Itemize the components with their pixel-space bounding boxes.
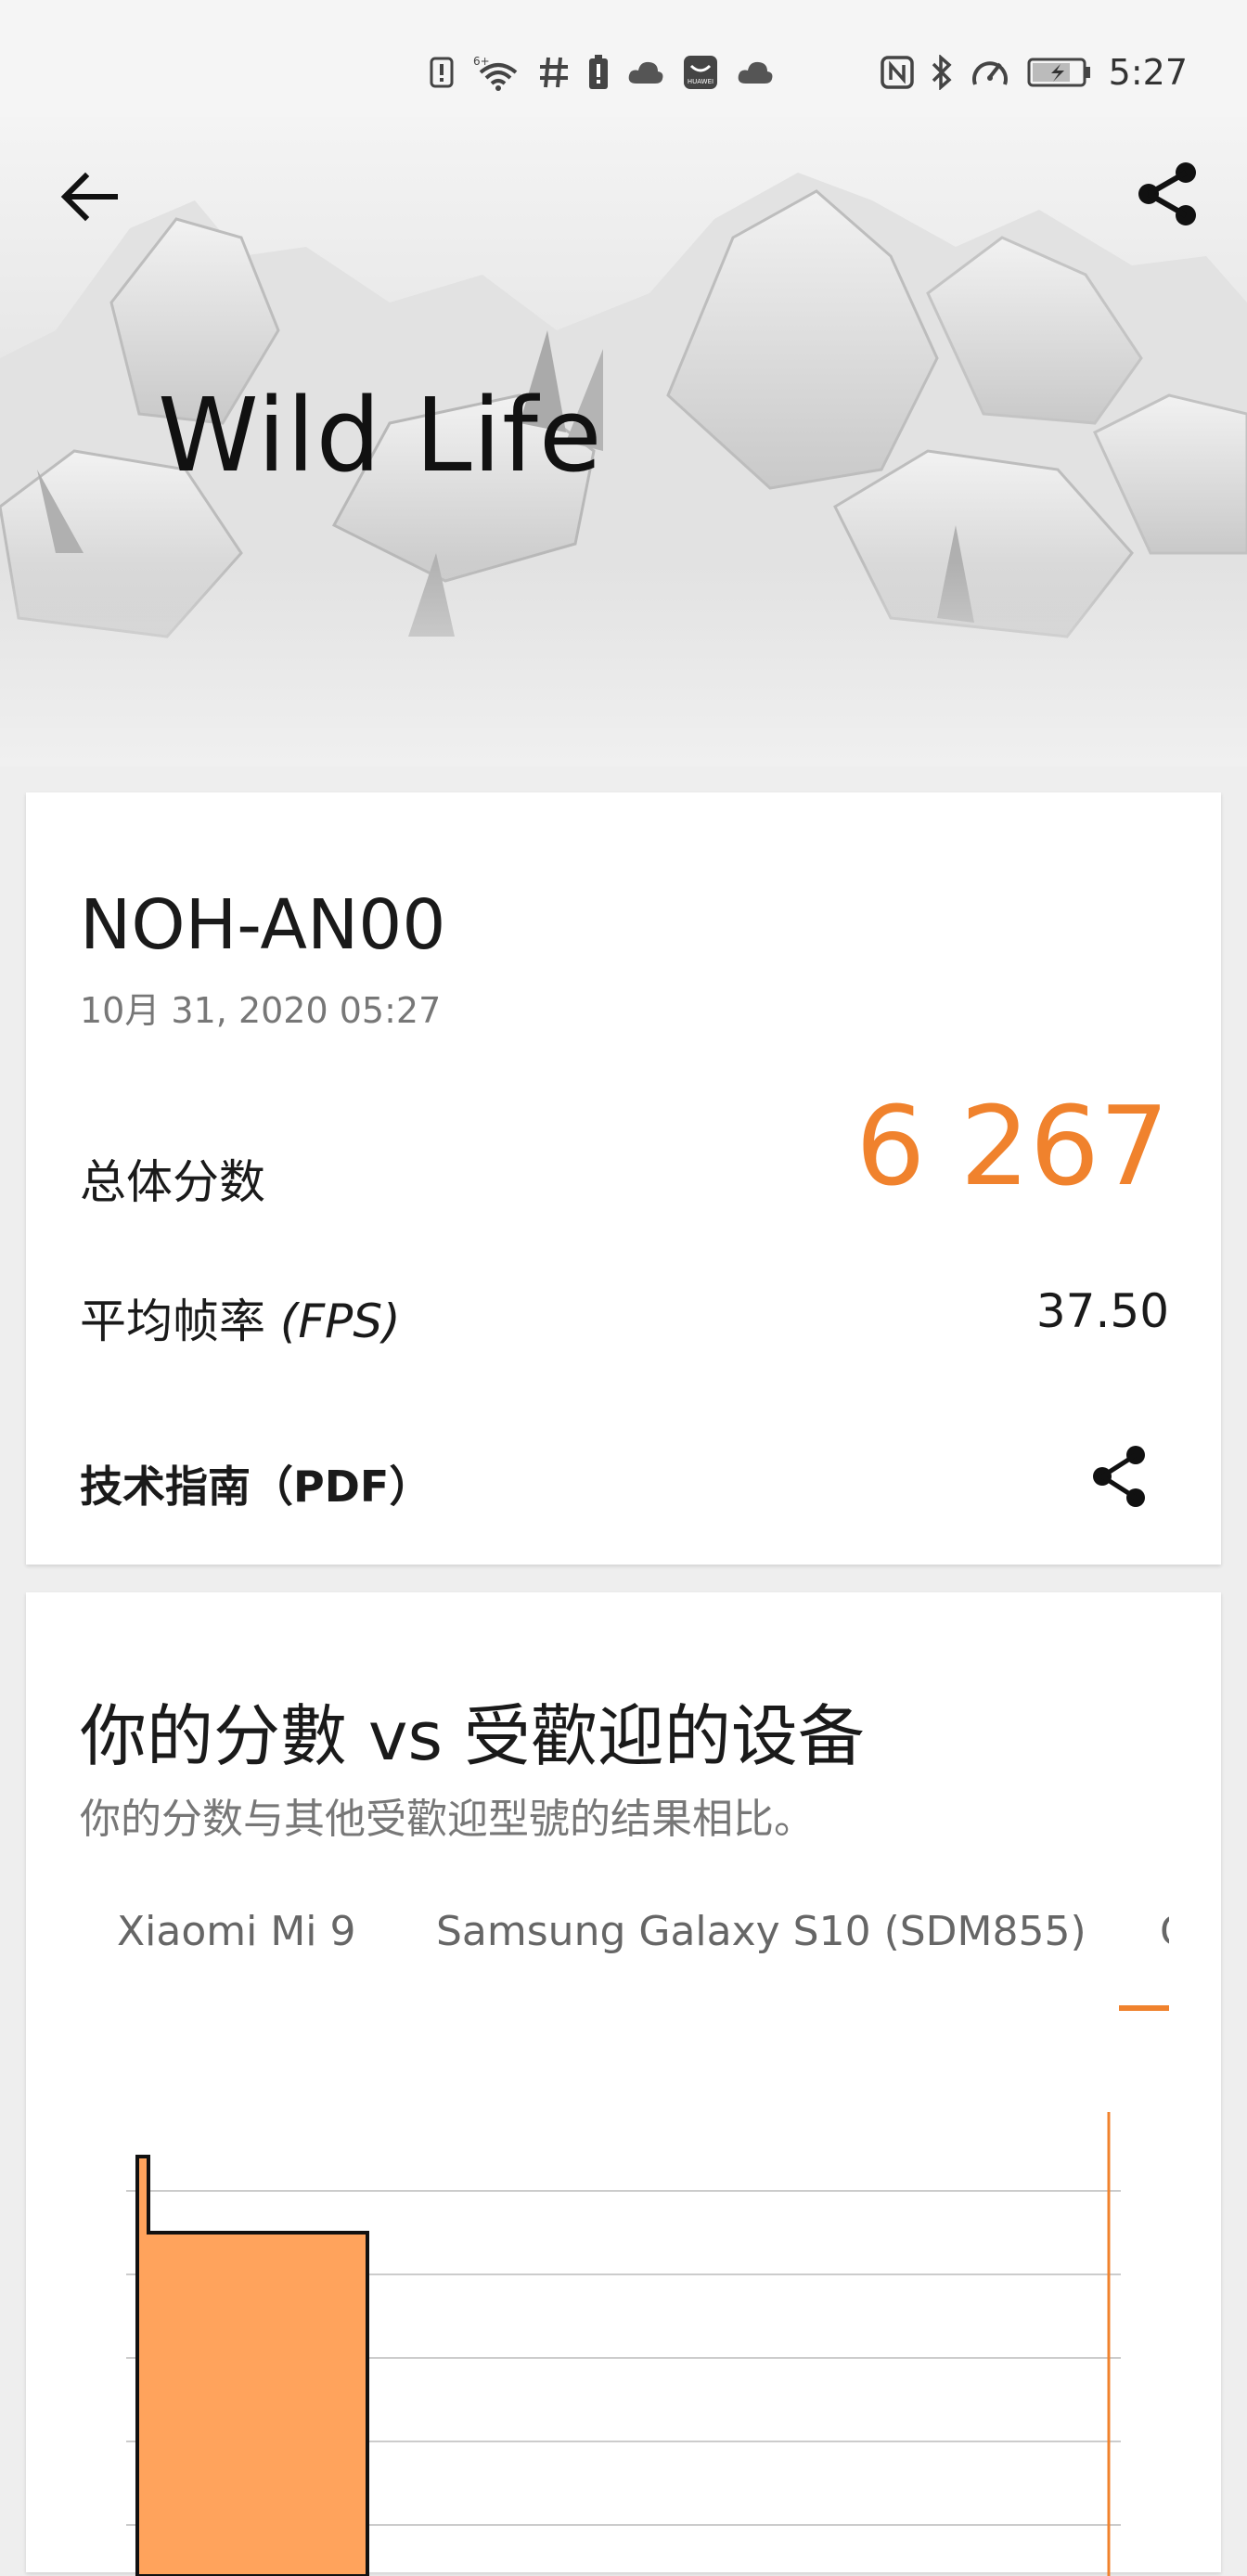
benchmark-title: Wild Life xyxy=(158,376,603,495)
wifi-6plus-icon: 6+ xyxy=(473,55,518,91)
score-distribution-chart xyxy=(126,2112,1121,2576)
device-tabs: Xiaomi Mi 9 Samsung Galaxy S10 (SDM855) … xyxy=(26,1908,1169,2019)
battery-alert-icon xyxy=(589,55,608,89)
comparison-card: 你的分數 vs 受歡迎的设备 你的分数与其他受歡迎型號的结果相比。 Xiaomi… xyxy=(26,1592,1221,2576)
back-arrow-icon[interactable] xyxy=(58,163,124,230)
bluetooth-icon xyxy=(932,55,952,90)
comparison-title: 你的分數 vs 受歡迎的设备 xyxy=(80,1697,865,1775)
comparison-subtitle: 你的分数与其他受歡迎型號的结果相比。 xyxy=(80,1796,815,1843)
huawei-app-icon: HUAWEI xyxy=(684,56,717,89)
nfc-icon xyxy=(880,56,914,89)
status-right-icons: 5:27 xyxy=(880,52,1188,93)
clock-time: 5:27 xyxy=(1108,52,1188,93)
cloud-icon xyxy=(628,61,663,84)
average-fps-value: 37.50 xyxy=(1035,1284,1169,1338)
fps-unit: (FPS) xyxy=(279,1294,401,1348)
benchmark-hero-banner: Wild Life xyxy=(0,117,1247,766)
test-date: 10月 31, 2020 05:27 xyxy=(80,990,442,1031)
notification-alert-icon xyxy=(430,57,454,88)
tab-samsung-galaxy-s10[interactable]: Samsung Galaxy S10 (SDM855) xyxy=(436,1908,1086,1955)
share-pdf-icon[interactable] xyxy=(1086,1442,1154,1511)
technical-guide-pdf-link[interactable]: 技术指南（PDF） xyxy=(80,1453,431,1514)
tab-active-device[interactable]: G xyxy=(1160,1908,1169,1955)
overall-score-label: 总体分数 xyxy=(80,1155,265,1209)
result-card: NOH-AN00 10月 31, 2020 05:27 总体分数 6 267 平… xyxy=(26,792,1221,1565)
battery-charging-icon xyxy=(1027,58,1090,87)
cloud-icon xyxy=(738,61,773,84)
share-icon[interactable] xyxy=(1134,160,1202,228)
fps-label-text: 平均帧率 xyxy=(80,1294,280,1348)
hash-icon xyxy=(540,57,568,88)
device-name: NOH-AN00 xyxy=(80,885,446,965)
svg-text:HUAWEI: HUAWEI xyxy=(688,78,713,85)
active-tab-indicator xyxy=(1119,2005,1169,2011)
status-left-icons: 6+ HUAWEI xyxy=(429,52,774,93)
overall-score-value: 6 267 xyxy=(855,1082,1169,1210)
svg-text:6+: 6+ xyxy=(473,55,490,68)
speed-icon xyxy=(971,61,1008,85)
status-bar: 6+ HUAWEI 5:27 xyxy=(0,0,1247,117)
average-fps-label: 平均帧率 (FPS) xyxy=(80,1284,401,1351)
tab-xiaomi-mi-9[interactable]: Xiaomi Mi 9 xyxy=(117,1908,356,1955)
score-histogram-bar xyxy=(135,2155,369,2576)
